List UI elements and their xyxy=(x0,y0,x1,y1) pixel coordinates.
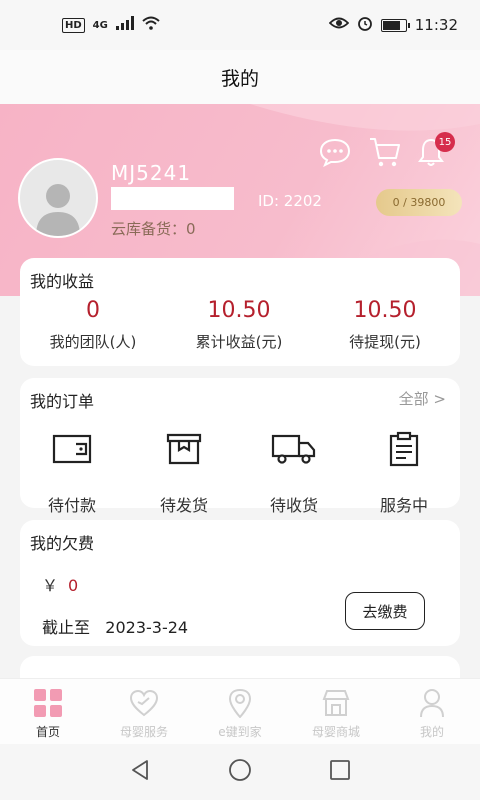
system-nav-bar xyxy=(0,744,480,800)
order-pending-shipment[interactable]: 待发货 xyxy=(144,430,224,516)
wallet-icon xyxy=(32,430,112,468)
cloud-stock-value: 0 xyxy=(186,220,196,238)
order-pending-receipt[interactable]: 待收货 xyxy=(254,430,334,516)
order-in-service-label: 服务中 xyxy=(379,496,428,515)
earnings-title: 我的收益 xyxy=(30,272,95,291)
tab-mine-label: 我的 xyxy=(419,725,444,739)
order-pending-receipt-label: 待收货 xyxy=(269,496,318,515)
avatar[interactable] xyxy=(18,158,98,238)
tab-maternal-service[interactable]: 母婴服务 xyxy=(96,679,192,744)
earnings-team-value: 0 xyxy=(86,298,100,323)
cart-icon[interactable] xyxy=(368,135,402,169)
package-icon xyxy=(144,430,224,468)
recents-square-icon[interactable] xyxy=(329,759,351,785)
notification-count-badge: 15 xyxy=(435,132,455,152)
currency-symbol: ￥ xyxy=(42,576,59,595)
tab-maternal-service-label: 母婴服务 xyxy=(119,725,168,739)
store-icon xyxy=(320,687,352,719)
user-id: ID: 2202 xyxy=(258,192,322,210)
tab-home[interactable]: 首页 xyxy=(0,679,96,744)
location-icon xyxy=(224,687,256,719)
bell-icon[interactable]: 15 xyxy=(414,132,455,169)
earnings-team-label: 我的团队(人) xyxy=(49,333,137,351)
points-badge[interactable]: 0 / 39800 xyxy=(376,189,462,216)
earnings-total-label: 累计收益(元) xyxy=(195,333,283,351)
arrears-amount: ￥ 0 xyxy=(42,572,78,596)
status-right: 11:32 xyxy=(328,15,458,35)
earnings-card: 我的收益 0 我的团队(人) 10.50 累计收益(元) 10.50 待提现(元… xyxy=(20,258,460,366)
tab-mine[interactable]: 我的 xyxy=(384,679,480,744)
arrears-deadline: 截止至 2023-3-24 xyxy=(42,614,188,638)
cloud-stock-label: 云库备货： xyxy=(111,220,187,238)
earnings-total[interactable]: 10.50 累计收益(元) xyxy=(166,298,312,352)
arrears-amount-value: 0 xyxy=(68,576,79,595)
back-icon[interactable] xyxy=(129,759,151,785)
chat-icon[interactable] xyxy=(318,135,352,169)
arrears-card: 我的欠费 ￥ 0 截止至 2023-3-24 去缴费 xyxy=(20,520,460,646)
redacted-phone xyxy=(111,187,234,210)
cloud-stock: 云库备货：0 xyxy=(111,218,196,239)
clipboard-icon xyxy=(364,430,444,468)
page-header: 我的 xyxy=(0,50,480,104)
battery-icon xyxy=(380,18,410,32)
status-left: HD 4G xyxy=(62,16,160,34)
earnings-withdrawable-value: 10.50 xyxy=(353,298,417,323)
earnings-team[interactable]: 0 我的团队(人) xyxy=(20,298,166,352)
heart-icon xyxy=(128,687,160,719)
default-avatar-icon xyxy=(36,184,80,236)
tab-home-label: 首页 xyxy=(35,725,60,739)
arrears-title: 我的欠费 xyxy=(30,534,95,553)
signal-icon xyxy=(115,16,134,34)
arrears-deadline-value: 2023-3-24 xyxy=(105,618,189,637)
order-pending-payment[interactable]: 待付款 xyxy=(32,430,112,516)
home-grid-icon xyxy=(32,687,64,719)
order-pending-shipment-label: 待发货 xyxy=(159,496,208,515)
pay-fee-button[interactable]: 去缴费 xyxy=(345,592,425,630)
alarm-icon xyxy=(357,15,373,35)
arrears-deadline-label: 截止至 xyxy=(42,618,91,637)
status-bar: HD 4G 11:32 xyxy=(0,0,480,50)
home-circle-icon[interactable] xyxy=(228,758,252,786)
wifi-icon xyxy=(142,16,160,34)
orders-card: 我的订单 全部 > 待付款 待发货 待收货 服务中 xyxy=(20,378,460,515)
bottom-tab-bar: 首页 母婴服务 e键到家 母婴商城 我的 xyxy=(0,678,480,744)
network-type: 4G xyxy=(92,19,108,31)
earnings-withdrawable[interactable]: 10.50 待提现(元) xyxy=(312,298,458,352)
tab-maternal-mall-label: 母婴商城 xyxy=(311,725,360,739)
tab-maternal-mall[interactable]: 母婴商城 xyxy=(288,679,384,744)
tab-home-delivery-label: e键到家 xyxy=(218,725,262,739)
eye-icon xyxy=(328,16,350,34)
truck-icon xyxy=(254,430,334,468)
tab-home-delivery[interactable]: e键到家 xyxy=(192,679,288,744)
order-pending-payment-label: 待付款 xyxy=(47,496,96,515)
page-title: 我的 xyxy=(220,67,259,90)
username: MJ5241 xyxy=(111,161,192,185)
hd-badge: HD xyxy=(62,17,85,33)
orders-all-link[interactable]: 全部 > xyxy=(399,388,446,409)
earnings-withdrawable-label: 待提现(元) xyxy=(349,333,421,351)
person-icon xyxy=(416,687,448,719)
clock-time: 11:32 xyxy=(414,16,458,34)
earnings-total-value: 10.50 xyxy=(207,298,271,323)
order-in-service[interactable]: 服务中 xyxy=(364,430,444,516)
orders-title: 我的订单 xyxy=(30,392,95,411)
